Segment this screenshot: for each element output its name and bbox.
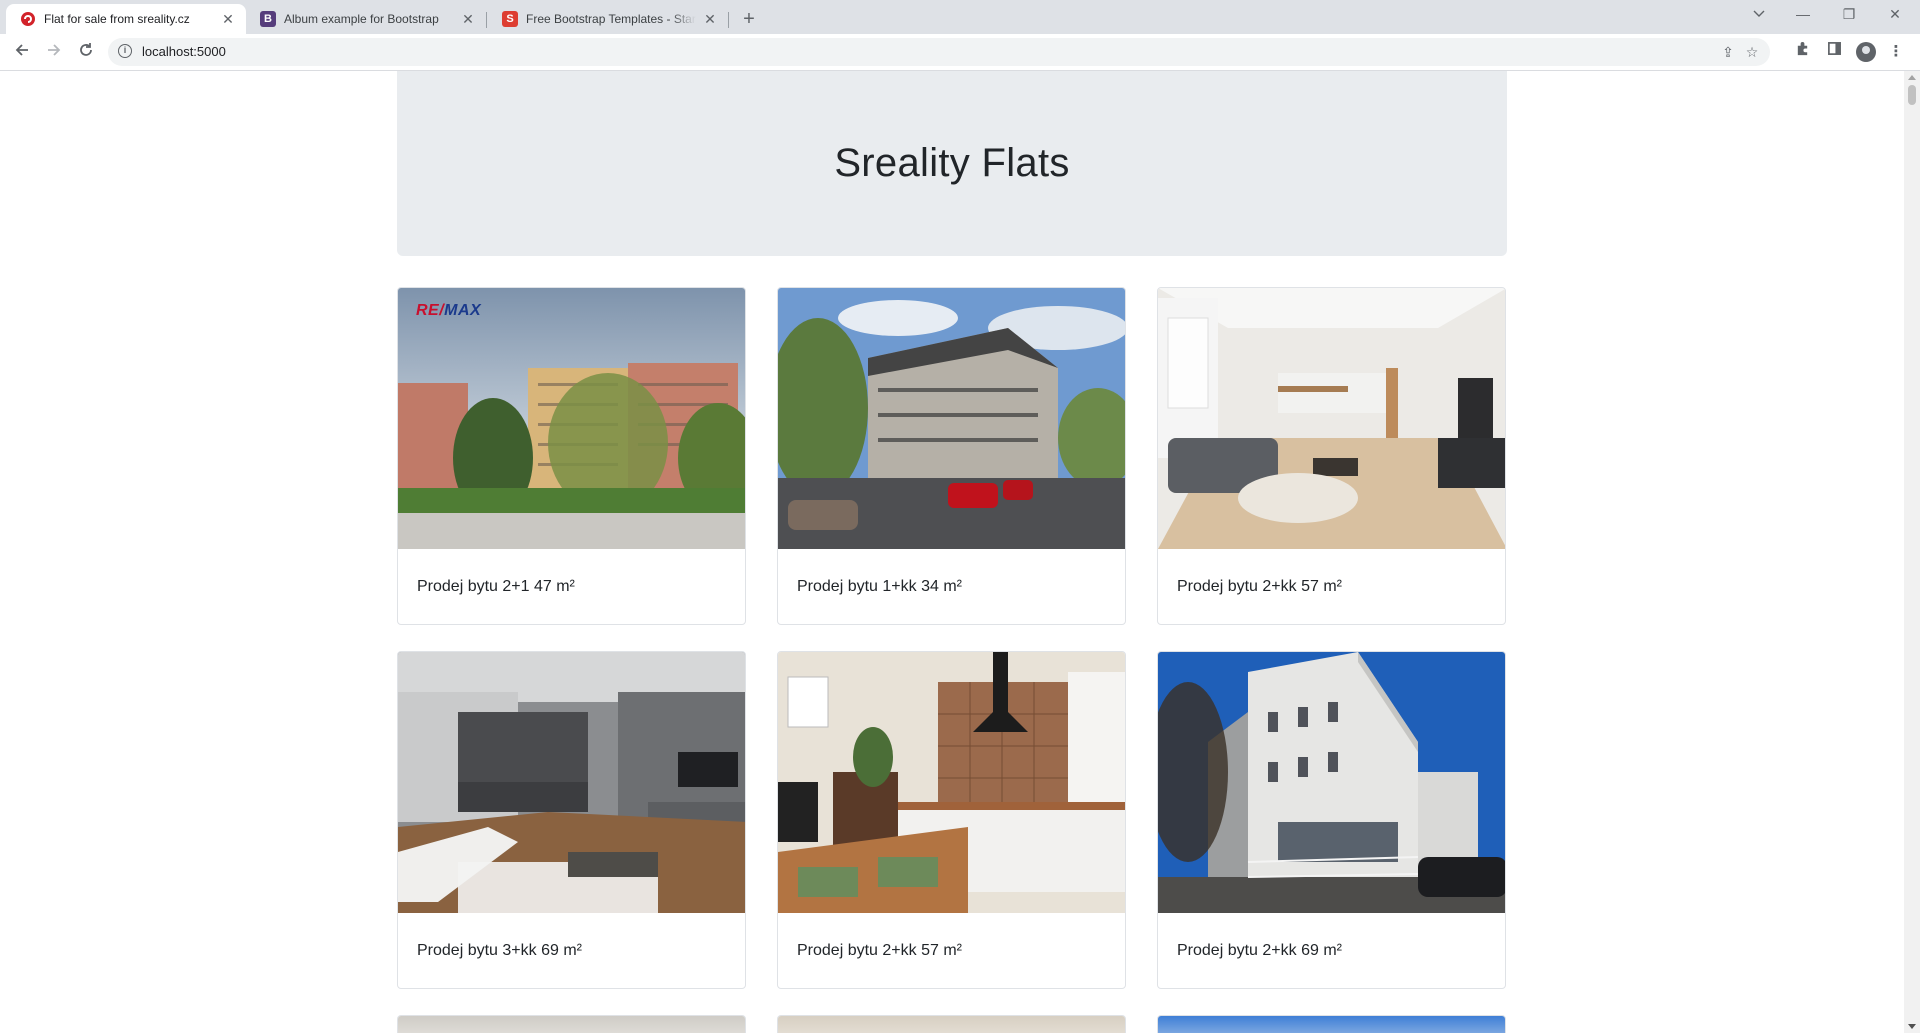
remax-logo-watermark: RE/MAX [416, 302, 482, 319]
listing-title: Prodej bytu 2+kk 69 m² [1177, 941, 1342, 959]
bookmark-star-icon[interactable]: ☆ [1742, 42, 1762, 62]
scroll-up-arrow-icon[interactable] [1908, 75, 1916, 80]
page-scrollbar[interactable] [1904, 71, 1920, 1033]
tab-title: Flat for sale from sreality.cz [44, 12, 190, 26]
site-info-icon[interactable]: i [118, 44, 132, 58]
close-window-button[interactable]: ✕ [1872, 0, 1918, 30]
new-tab-button[interactable]: + [736, 6, 762, 32]
listing-photo-partial [398, 1016, 745, 1033]
listing-photo-partial [1158, 1016, 1505, 1033]
listing-photo-partial [778, 1016, 1125, 1033]
grey-living-room-photo [398, 652, 745, 913]
tab-title: Album example for Bootstrap [284, 12, 439, 26]
listing-card[interactable]: Prodej bytu 1+kk 34 m² [777, 287, 1126, 625]
page-title: Sreality Flats [834, 141, 1070, 185]
scrollbar-thumb[interactable] [1908, 85, 1916, 105]
listing-title: Prodej bytu 2+kk 57 m² [797, 941, 962, 959]
extensions-puzzle-icon[interactable] [1790, 40, 1814, 64]
tab-sreality[interactable]: Flat for sale from sreality.cz ✕ [6, 4, 246, 34]
tab-title: Free Bootstrap Templates - Start [526, 12, 696, 26]
bootstrap-favicon-icon: B [260, 11, 276, 27]
listing-card[interactable]: Prodej bytu 2+kk 69 m² [1157, 651, 1506, 989]
tab-free-bootstrap-templates[interactable]: S Free Bootstrap Templates - Start ✕ [488, 4, 728, 34]
close-tab-icon[interactable]: ✕ [460, 11, 476, 28]
new-apartment-building-photo [1158, 652, 1505, 913]
tab-album-example[interactable]: B Album example for Bootstrap ✕ [246, 4, 486, 34]
startbootstrap-favicon-icon: S [502, 11, 518, 27]
tab-search-chevron-icon[interactable] [1742, 0, 1776, 30]
listing-title: Prodej bytu 2+1 47 m² [417, 577, 575, 595]
listing-card[interactable] [1157, 1015, 1506, 1033]
browser-tab-strip: Flat for sale from sreality.cz ✕ B Album… [0, 0, 1920, 34]
share-icon[interactable]: ⇪ [1718, 42, 1738, 62]
scroll-down-arrow-icon[interactable] [1908, 1024, 1916, 1029]
side-panel-icon[interactable] [1822, 40, 1846, 64]
kitchen-with-tiles-photo [778, 652, 1125, 913]
more-menu-icon[interactable]: ⋮ [1884, 40, 1908, 64]
renovated-building-photo [778, 288, 1125, 549]
listing-card[interactable] [397, 1015, 746, 1033]
minimize-button[interactable]: — [1780, 0, 1826, 30]
listing-title: Prodej bytu 1+kk 34 m² [797, 577, 962, 595]
listing-card[interactable]: Prodej bytu 2+kk 57 m² [1157, 287, 1506, 625]
listing-card[interactable]: RE/MAX Prodej bytu 2+1 47 m² [397, 287, 746, 625]
listing-title: Prodej bytu 3+kk 69 m² [417, 941, 582, 959]
listing-card[interactable]: Prodej bytu 3+kk 69 m² [397, 651, 746, 989]
tab-separator [728, 12, 729, 28]
back-arrow-icon[interactable] [10, 40, 34, 64]
restore-button[interactable]: ❐ [1826, 0, 1872, 30]
address-bar[interactable]: i localhost:5000 ⇪ ☆ [108, 38, 1770, 66]
listing-card[interactable] [777, 1015, 1126, 1033]
profile-avatar-icon[interactable] [1856, 42, 1876, 62]
tab-separator [486, 12, 487, 28]
close-tab-icon[interactable]: ✕ [702, 11, 718, 28]
listing-card[interactable]: Prodej bytu 2+kk 57 m² [777, 651, 1126, 989]
page-viewport: Sreality Flats RE/MAX Prodej bytu 2+1 47… [0, 71, 1904, 1033]
bright-living-room-photo [1158, 288, 1505, 549]
browser-toolbar: i localhost:5000 ⇪ ☆ ⋮ [0, 34, 1920, 71]
page-header: Sreality Flats [397, 71, 1507, 256]
address-url[interactable]: localhost:5000 [142, 44, 226, 59]
reload-icon[interactable] [74, 40, 98, 64]
apartment-blocks-photo: RE/MAX [398, 288, 745, 549]
close-tab-icon[interactable]: ✕ [220, 11, 236, 28]
sreality-favicon-icon [20, 11, 36, 27]
forward-arrow-icon[interactable] [42, 40, 66, 64]
listing-title: Prodej bytu 2+kk 57 m² [1177, 577, 1342, 595]
